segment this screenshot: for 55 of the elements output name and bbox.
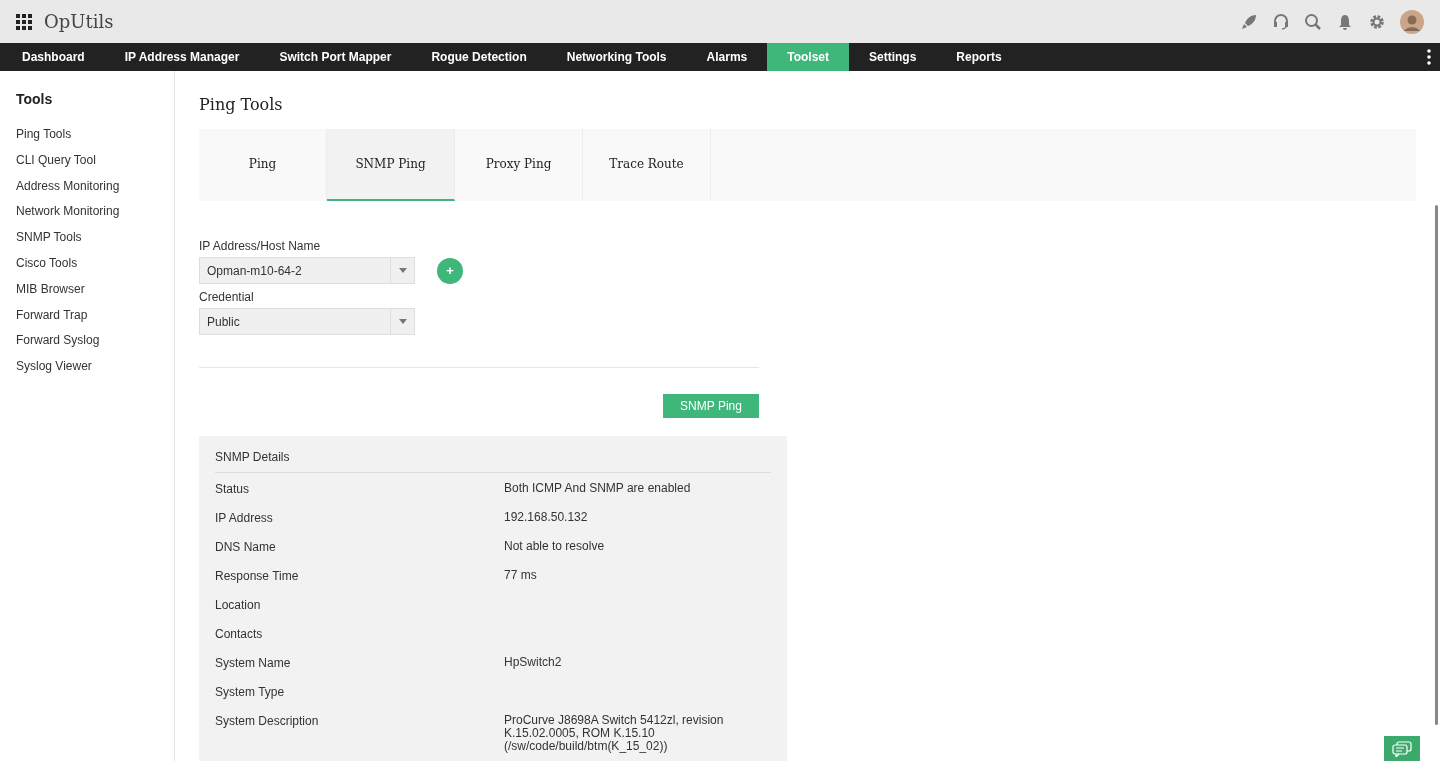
detail-value: Both ICMP And SNMP are enabled (504, 482, 692, 495)
tab[interactable]: Proxy Ping (455, 129, 583, 201)
detail-label: IP Address (215, 511, 274, 525)
scrollbar[interactable] (1435, 205, 1438, 725)
nav-tab[interactable]: IP Address Manager (104, 43, 260, 71)
detail-label: System Description (215, 714, 320, 728)
sidebar-link[interactable]: Address Monitoring (16, 178, 174, 205)
detail-label: DNS Name (215, 540, 277, 554)
headset-icon[interactable] (1272, 12, 1290, 31)
more-menu-icon[interactable] (1427, 49, 1431, 65)
nav-tab[interactable]: Switch Port Mapper (259, 43, 412, 71)
chat-icon (1392, 740, 1412, 757)
sidebar-link[interactable]: Forward Trap (16, 307, 174, 334)
chat-button[interactable] (1384, 736, 1420, 761)
detail-value: 192.168.50.132 (504, 511, 589, 524)
host-dropdown[interactable]: Opman-m10-64-2 (199, 257, 415, 284)
tab[interactable]: Trace Route (583, 129, 711, 201)
detail-label: System Name (215, 656, 292, 670)
avatar-icon[interactable] (1400, 9, 1424, 34)
sidebar-link[interactable]: Ping Tools (16, 127, 174, 153)
tab[interactable]: SNMP Ping (327, 129, 455, 201)
nav-tab[interactable]: Networking Tools (546, 43, 687, 71)
detail-value: ProCurve J8698A Switch 5412zl, revision K.15.02.0005, ROM K.15.10 (/sw/code/build/btm(K_15_02)) (504, 714, 724, 753)
nav-tab[interactable]: Reports (936, 43, 1022, 71)
caret-icon (398, 268, 407, 273)
app-grid-icon[interactable] (16, 13, 32, 30)
sidebar-link[interactable]: CLI Query Tool (16, 152, 174, 179)
detail-value: Not able to resolve (504, 540, 606, 553)
sidebar-link[interactable]: MIB Browser (16, 281, 174, 308)
app-title: OpUtils (44, 11, 114, 32)
detail-label: System Type (215, 685, 286, 699)
detail-label: Contacts (215, 627, 264, 641)
nav-tab[interactable]: Settings (849, 43, 937, 71)
nav-tab[interactable]: Alarms (686, 43, 768, 71)
detail-label: Location (215, 598, 262, 612)
field-label: Credential (199, 290, 255, 304)
detail-label: Status (215, 482, 251, 496)
sidebar-link[interactable]: Syslog Viewer (16, 359, 174, 385)
panel-title: SNMP Details (215, 444, 771, 473)
detail-value: 77 ms (504, 569, 538, 582)
nav-tab[interactable]: Rogue Detection (411, 43, 547, 71)
sidebar-link[interactable]: SNMP Tools (16, 230, 174, 256)
page-title: Ping Tools (199, 95, 284, 114)
sidebar-link[interactable]: Forward Syslog (16, 333, 174, 360)
nav-tab[interactable]: Dashboard (2, 43, 105, 71)
caret-icon (398, 319, 407, 324)
sidebar-link[interactable]: Cisco Tools (16, 256, 174, 282)
settings-icon[interactable] (1368, 12, 1386, 31)
search-icon[interactable] (1304, 12, 1322, 31)
detail-value: HpSwitch2 (504, 656, 563, 669)
sidebar-link[interactable]: Network Monitoring (16, 204, 174, 231)
detail-label: Response Time (215, 569, 300, 583)
field-label: IP Address/Host Name (199, 239, 322, 253)
sidebar-title: Tools (16, 91, 54, 107)
credential-dropdown[interactable]: Public (199, 308, 415, 335)
